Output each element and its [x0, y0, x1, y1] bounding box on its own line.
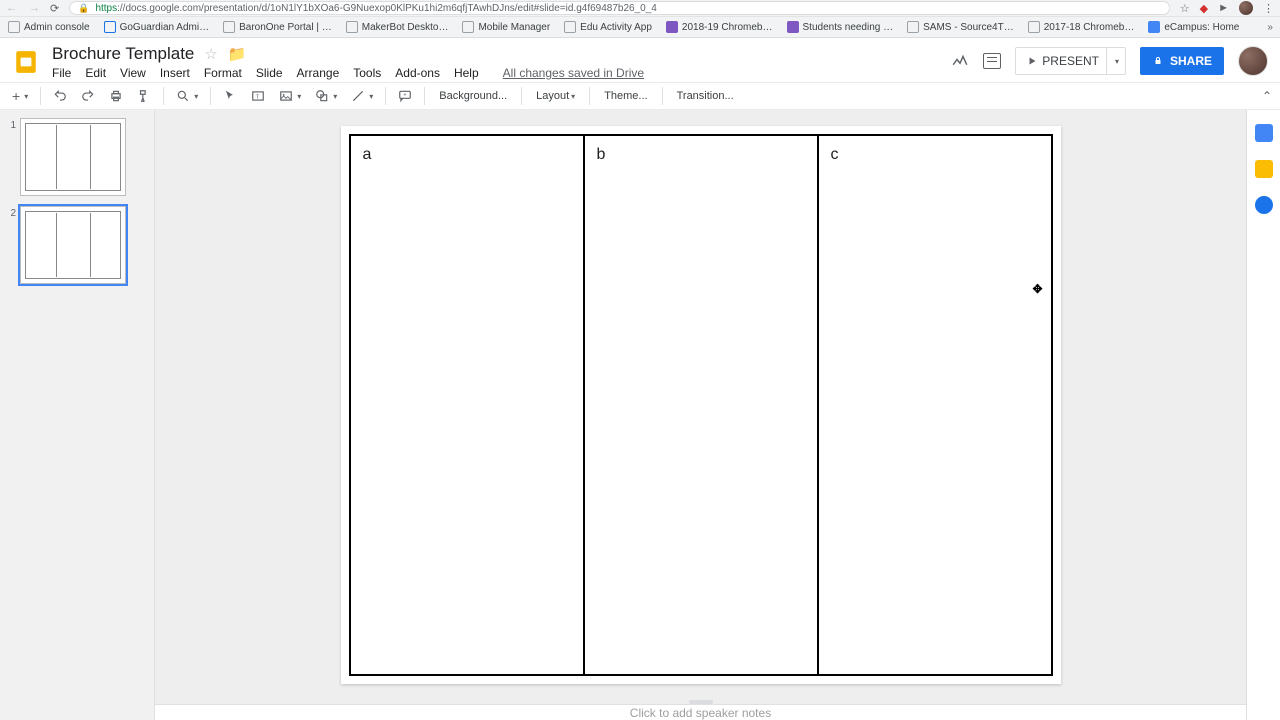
toolbar: +▾ ▾ T ▾ ▾ ▾ + Background... Layout▾ The…	[0, 82, 1280, 110]
slide-thumbnail[interactable]	[20, 206, 126, 284]
browser-nav-arrows: ← →	[6, 2, 40, 14]
bookmarks-overflow-icon[interactable]: »	[1267, 22, 1273, 33]
slide-thumbnail[interactable]	[20, 118, 126, 196]
workspace: 1 2 a b c ✥	[0, 110, 1280, 720]
url-protocol: https	[95, 3, 117, 14]
side-panel	[1246, 110, 1280, 720]
hide-menus-icon[interactable]: ⌃	[1262, 89, 1272, 103]
new-slide-button[interactable]: +▾	[8, 86, 32, 106]
comments-icon[interactable]	[983, 53, 1001, 69]
slide-canvas[interactable]: a b c ✥	[341, 126, 1061, 684]
svg-text:T: T	[256, 94, 260, 100]
speaker-notes-placeholder: Click to add speaker notes	[630, 706, 771, 720]
menu-slide[interactable]: Slide	[256, 66, 283, 80]
menu-edit[interactable]: Edit	[85, 66, 106, 80]
present-dropdown[interactable]: ▾	[1106, 47, 1126, 75]
redo-button[interactable]	[77, 87, 99, 105]
extension-icon[interactable]: ◆	[1200, 2, 1208, 15]
undo-button[interactable]	[49, 87, 71, 105]
save-status[interactable]: All changes saved in Drive	[503, 66, 644, 80]
menu-arrange[interactable]: Arrange	[297, 66, 340, 80]
menu-tools[interactable]: Tools	[353, 66, 381, 80]
menu-insert[interactable]: Insert	[160, 66, 190, 80]
paint-format-button[interactable]	[133, 87, 155, 105]
svg-text:+: +	[404, 93, 408, 99]
film-strip[interactable]: 1 2	[0, 110, 155, 720]
bookmark-item[interactable]: 2018-19 Chromeb…	[666, 21, 773, 33]
star-icon[interactable]: ☆	[204, 45, 217, 63]
table-cell[interactable]: c	[819, 136, 1051, 674]
bookmark-item[interactable]: eCampus: Home	[1148, 21, 1239, 33]
textbox-button[interactable]: T	[247, 87, 269, 105]
table-cell[interactable]: a	[351, 136, 585, 674]
canvas-scroll[interactable]: a b c ✥	[155, 110, 1246, 704]
slide-number: 1	[6, 118, 16, 196]
back-button[interactable]: ←	[6, 2, 17, 14]
select-tool-button[interactable]	[219, 87, 241, 105]
share-button[interactable]: SHARE	[1140, 47, 1224, 75]
comment-button[interactable]: +	[394, 87, 416, 105]
slide-table[interactable]: a b c	[349, 134, 1053, 676]
bookmark-item[interactable]: 2017-18 Chromeb…	[1028, 21, 1135, 33]
bookmarks-bar: Admin console GoGuardian Admi… BaronOne …	[0, 16, 1280, 38]
chrome-menu-icon[interactable]: ⋮	[1263, 2, 1274, 15]
line-button[interactable]: ▾	[347, 87, 377, 105]
menu-file[interactable]: File	[52, 66, 71, 80]
profile-avatar[interactable]	[1239, 1, 1253, 15]
bookmark-item[interactable]: MakerBot Deskto…	[346, 21, 449, 33]
image-button[interactable]: ▾	[275, 87, 305, 105]
slide-thumb-row[interactable]: 2	[6, 206, 148, 284]
slide-thumb-row[interactable]: 1	[6, 118, 148, 196]
transition-button[interactable]: Transition...	[671, 90, 740, 102]
bookmark-item[interactable]: BaronOne Portal | …	[223, 21, 332, 33]
reload-button[interactable]: ⟳	[50, 2, 59, 15]
present-button[interactable]: PRESENT	[1015, 47, 1110, 75]
forward-button[interactable]: →	[29, 2, 40, 14]
menu-format[interactable]: Format	[204, 66, 242, 80]
doc-title[interactable]: Brochure Template	[52, 44, 194, 64]
bookmark-item[interactable]: Students needing …	[787, 21, 894, 33]
layout-button[interactable]: Layout▾	[530, 90, 581, 102]
background-button[interactable]: Background...	[433, 90, 513, 102]
slides-logo-icon[interactable]	[8, 44, 44, 80]
slide-number: 2	[6, 206, 16, 284]
browser-nav-bar: ← → ⟳ 🔒 https://docs.google.com/presenta…	[0, 0, 1280, 16]
bookmark-item[interactable]: GoGuardian Admi…	[104, 21, 210, 33]
table-cell[interactable]: b	[585, 136, 819, 674]
menu-bar: File Edit View Insert Format Slide Arran…	[52, 66, 644, 80]
tasks-icon[interactable]	[1255, 196, 1273, 214]
menu-addons[interactable]: Add-ons	[395, 66, 440, 80]
bookmark-item[interactable]: Admin console	[8, 21, 90, 33]
calendar-icon[interactable]	[1255, 124, 1273, 142]
theme-button[interactable]: Theme...	[598, 90, 653, 102]
print-button[interactable]	[105, 87, 127, 105]
extension2-icon[interactable]: ►	[1218, 2, 1229, 14]
move-cursor-icon: ✥	[1032, 282, 1042, 296]
shape-button[interactable]: ▾	[311, 87, 341, 105]
bookmark-item[interactable]: SAMS - Source4T…	[907, 21, 1014, 33]
menu-help[interactable]: Help	[454, 66, 479, 80]
app-header: Brochure Template ☆ 📁 File Edit View Ins…	[0, 38, 1280, 82]
move-folder-icon[interactable]: 📁	[228, 45, 247, 63]
menu-view[interactable]: View	[120, 66, 146, 80]
keep-icon[interactable]	[1255, 160, 1273, 178]
star-icon[interactable]: ☆	[1180, 2, 1190, 15]
zoom-button[interactable]: ▾	[172, 87, 202, 105]
activity-dashboard-icon[interactable]	[951, 52, 969, 70]
lock-icon: 🔒	[78, 3, 89, 14]
account-avatar[interactable]	[1238, 46, 1268, 76]
url-bar[interactable]: 🔒 https://docs.google.com/presentation/d…	[69, 1, 1170, 15]
url-path: ://docs.google.com/presentation/d/1oN1lY…	[117, 3, 657, 14]
bookmark-item[interactable]: Mobile Manager	[462, 21, 550, 33]
speaker-notes[interactable]: Click to add speaker notes	[155, 704, 1246, 720]
browser-right-cluster: ☆ ◆ ► ⋮	[1180, 1, 1274, 15]
bookmark-item[interactable]: Edu Activity App	[564, 21, 652, 33]
canvas-area: a b c ✥ Click to add speaker notes	[155, 110, 1246, 720]
speaker-notes-handle[interactable]	[689, 700, 713, 704]
